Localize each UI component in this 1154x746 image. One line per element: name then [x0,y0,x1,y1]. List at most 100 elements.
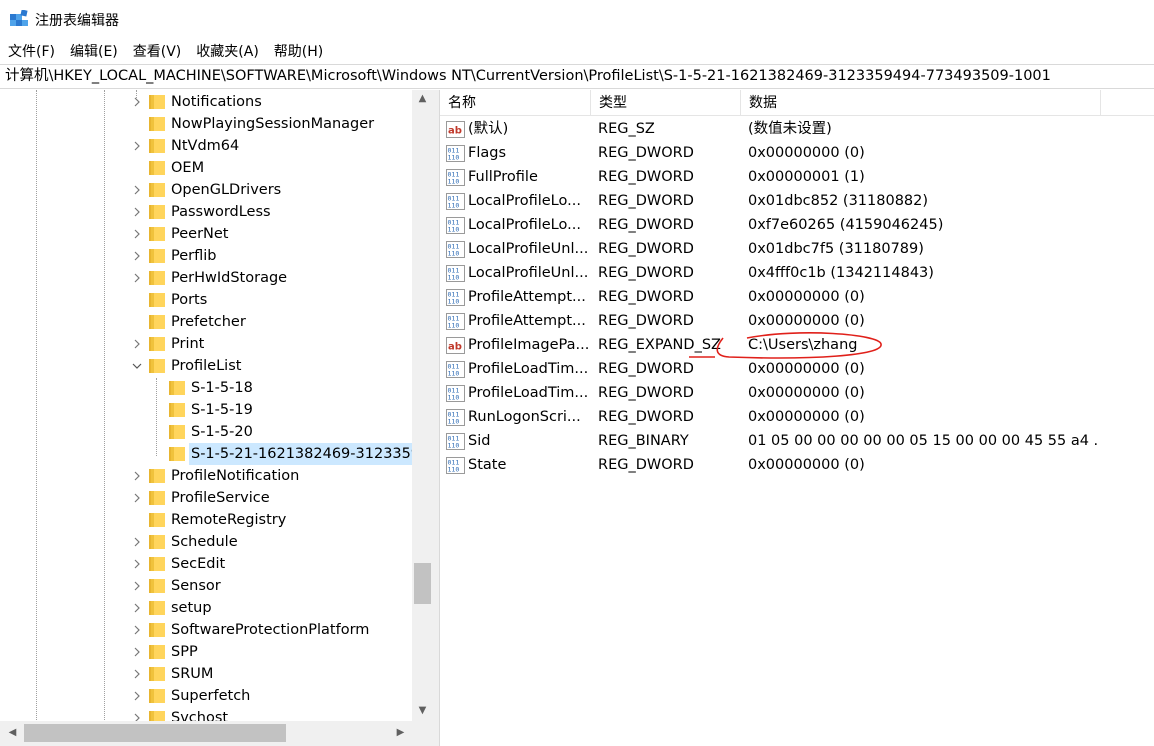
value-row[interactable]: 011 110 FullProfile REG_DWORD 0x00000001 (1) [440,165,1154,189]
tree-node[interactable]: Perflib [0,245,412,267]
menu-item[interactable]: 编辑(E) [70,41,118,61]
value-data: 0xf7e60265 (4159046245) [748,217,944,233]
tree-node[interactable]: Ports [0,289,412,311]
value-row[interactable]: 011 110 ProfileLoadTim... REG_DWORD 0x000000… [440,357,1154,381]
address-bar[interactable]: 计算机\HKEY_LOCAL_MACHINE\SOFTWARE\Microsof… [0,64,1154,89]
scroll-right-arrow-icon[interactable]: ▶ [390,724,411,742]
tree-node-label: SecEdit [171,556,226,572]
menu-bar: 文件(F) 编辑(E) 查看(V) 收藏夹(A) 帮助(H) [0,38,1154,64]
chevron-right-icon[interactable] [130,619,142,641]
column-header-data[interactable]: 数据 [741,90,1101,116]
tree-node[interactable]: SecEdit [0,553,412,575]
tree-vertical-scrollbar[interactable]: ▲ ▼ [412,90,433,721]
chevron-right-icon[interactable] [130,465,142,487]
chevron-right-icon[interactable] [130,223,142,245]
tree-node[interactable]: OEM [0,157,412,179]
tree-node[interactable]: Superfetch [0,685,412,707]
chevron-down-icon[interactable] [130,355,142,377]
folder-icon [149,249,165,263]
value-row[interactable]: 011 110 RunLogonScri... REG_DWORD 0x00000000… [440,405,1154,429]
chevron-right-icon[interactable] [130,487,142,509]
scroll-left-arrow-icon[interactable]: ◀ [2,724,23,742]
tree-node[interactable]: Schedule [0,531,412,553]
folder-icon [149,689,165,703]
chevron-right-icon[interactable] [130,267,142,289]
chevron-right-icon[interactable] [130,597,142,619]
tree-node[interactable]: S-1-5-19 [0,399,412,421]
chevron-right-icon[interactable] [130,201,142,223]
scroll-down-arrow-icon[interactable]: ▼ [412,702,433,720]
tree-node[interactable]: ProfileService [0,487,412,509]
value-row[interactable]: 011 110 LocalProfileLo... REG_DWORD 0xf7e602… [440,213,1154,237]
tree-node[interactable]: Prefetcher [0,311,412,333]
tree-node[interactable]: PerHwIdStorage [0,267,412,289]
tree-node[interactable]: PasswordLess [0,201,412,223]
menu-item[interactable]: 收藏夹(A) [196,41,259,61]
value-row[interactable]: 011 110 LocalProfileUnl... REG_DWORD 0x4fff0… [440,261,1154,285]
folder-icon [149,469,165,483]
value-data: C:\Users\zhang [748,337,858,353]
values-list[interactable]: 名称 类型 数据 ab (默认) REG_SZ (数值未设置) 011 110 Flags R… [440,90,1154,746]
tree-node[interactable]: SRUM [0,663,412,685]
tree-node[interactable]: RemoteRegistry [0,509,412,531]
tree-horizontal-scrollbar[interactable]: ◀ ▶ [0,721,412,746]
tree-node[interactable]: ProfileNotification [0,465,412,487]
value-row[interactable]: 011 110 Sid REG_BINARY 01 05 00 00 00 00 00 … [440,429,1154,453]
pane-splitter[interactable] [433,90,440,746]
tree-node[interactable]: S-1-5-18 [0,377,412,399]
menu-item[interactable]: 文件(F) [8,41,55,61]
value-row[interactable]: ab ProfileImagePa... REG_EXPAND_SZ C:\Users… [440,333,1154,357]
chevron-right-icon[interactable] [130,663,142,685]
svg-text:110: 110 [448,322,460,330]
chevron-right-icon[interactable] [130,641,142,663]
binary-value-icon: 011 110 [446,289,465,306]
value-row[interactable]: ab (默认) REG_SZ (数值未设置) [440,117,1154,141]
scrollbar-thumb[interactable] [414,563,431,604]
column-header-type[interactable]: 类型 [591,90,741,116]
tree-node[interactable]: NtVdm64 [0,135,412,157]
registry-tree[interactable]: Notifications NowPlayingSessionManager NtV… [0,90,433,746]
scroll-up-arrow-icon[interactable]: ▲ [412,90,433,108]
chevron-right-icon[interactable] [130,575,142,597]
value-data: 0x00000000 (0) [748,289,865,305]
tree-node[interactable]: Sensor [0,575,412,597]
menu-item[interactable]: 帮助(H) [274,41,323,61]
tree-node[interactable]: SPP [0,641,412,663]
value-row[interactable]: 011 110 ProfileAttempt... REG_DWORD 0x000000… [440,309,1154,333]
tree-node-label: setup [171,600,212,616]
tree-node[interactable]: setup [0,597,412,619]
tree-node[interactable]: Notifications [0,91,412,113]
chevron-right-icon[interactable] [130,135,142,157]
folder-icon [169,381,185,395]
value-row[interactable]: 011 110 ProfileAttempt... REG_DWORD 0x000000… [440,285,1154,309]
tree-node[interactable]: PeerNet [0,223,412,245]
value-row[interactable]: 011 110 State REG_DWORD 0x00000000 (0) [440,453,1154,477]
folder-icon [149,271,165,285]
chevron-right-icon[interactable] [130,245,142,267]
chevron-right-icon[interactable] [130,531,142,553]
value-row[interactable]: 011 110 LocalProfileUnl... REG_DWORD 0x01dbc… [440,237,1154,261]
chevron-right-icon[interactable] [130,553,142,575]
chevron-right-icon[interactable] [130,179,142,201]
tree-node[interactable]: Print [0,333,412,355]
window-title: 注册表编辑器 [35,13,119,29]
chevron-right-icon[interactable] [130,685,142,707]
tree-node[interactable]: ProfileList [0,355,412,377]
menu-item[interactable]: 查看(V) [133,41,182,61]
tree-node[interactable]: SoftwareProtectionPlatform [0,619,412,641]
svg-text:110: 110 [448,250,460,258]
chevron-right-icon[interactable] [130,91,142,113]
value-row[interactable]: 011 110 ProfileLoadTim... REG_DWORD 0x000000… [440,381,1154,405]
tree-node[interactable]: S-1-5-20 [0,421,412,443]
tree-node[interactable]: OpenGLDrivers [0,179,412,201]
column-header-name[interactable]: 名称 [440,90,591,116]
tree-node[interactable]: NowPlayingSessionManager [0,113,412,135]
value-type: REG_DWORD [598,409,694,425]
scrollbar-thumb[interactable] [24,724,286,742]
value-row[interactable]: 011 110 Flags REG_DWORD 0x00000000 (0) [440,141,1154,165]
value-row[interactable]: 011 110 LocalProfileLo... REG_DWORD 0x01dbc8… [440,189,1154,213]
value-name: FullProfile [468,169,538,185]
chevron-right-icon[interactable] [130,333,142,355]
tree-node[interactable]: S-1-5-21-1621382469-3123359 [0,443,423,465]
binary-value-icon: 011 110 [446,361,465,378]
